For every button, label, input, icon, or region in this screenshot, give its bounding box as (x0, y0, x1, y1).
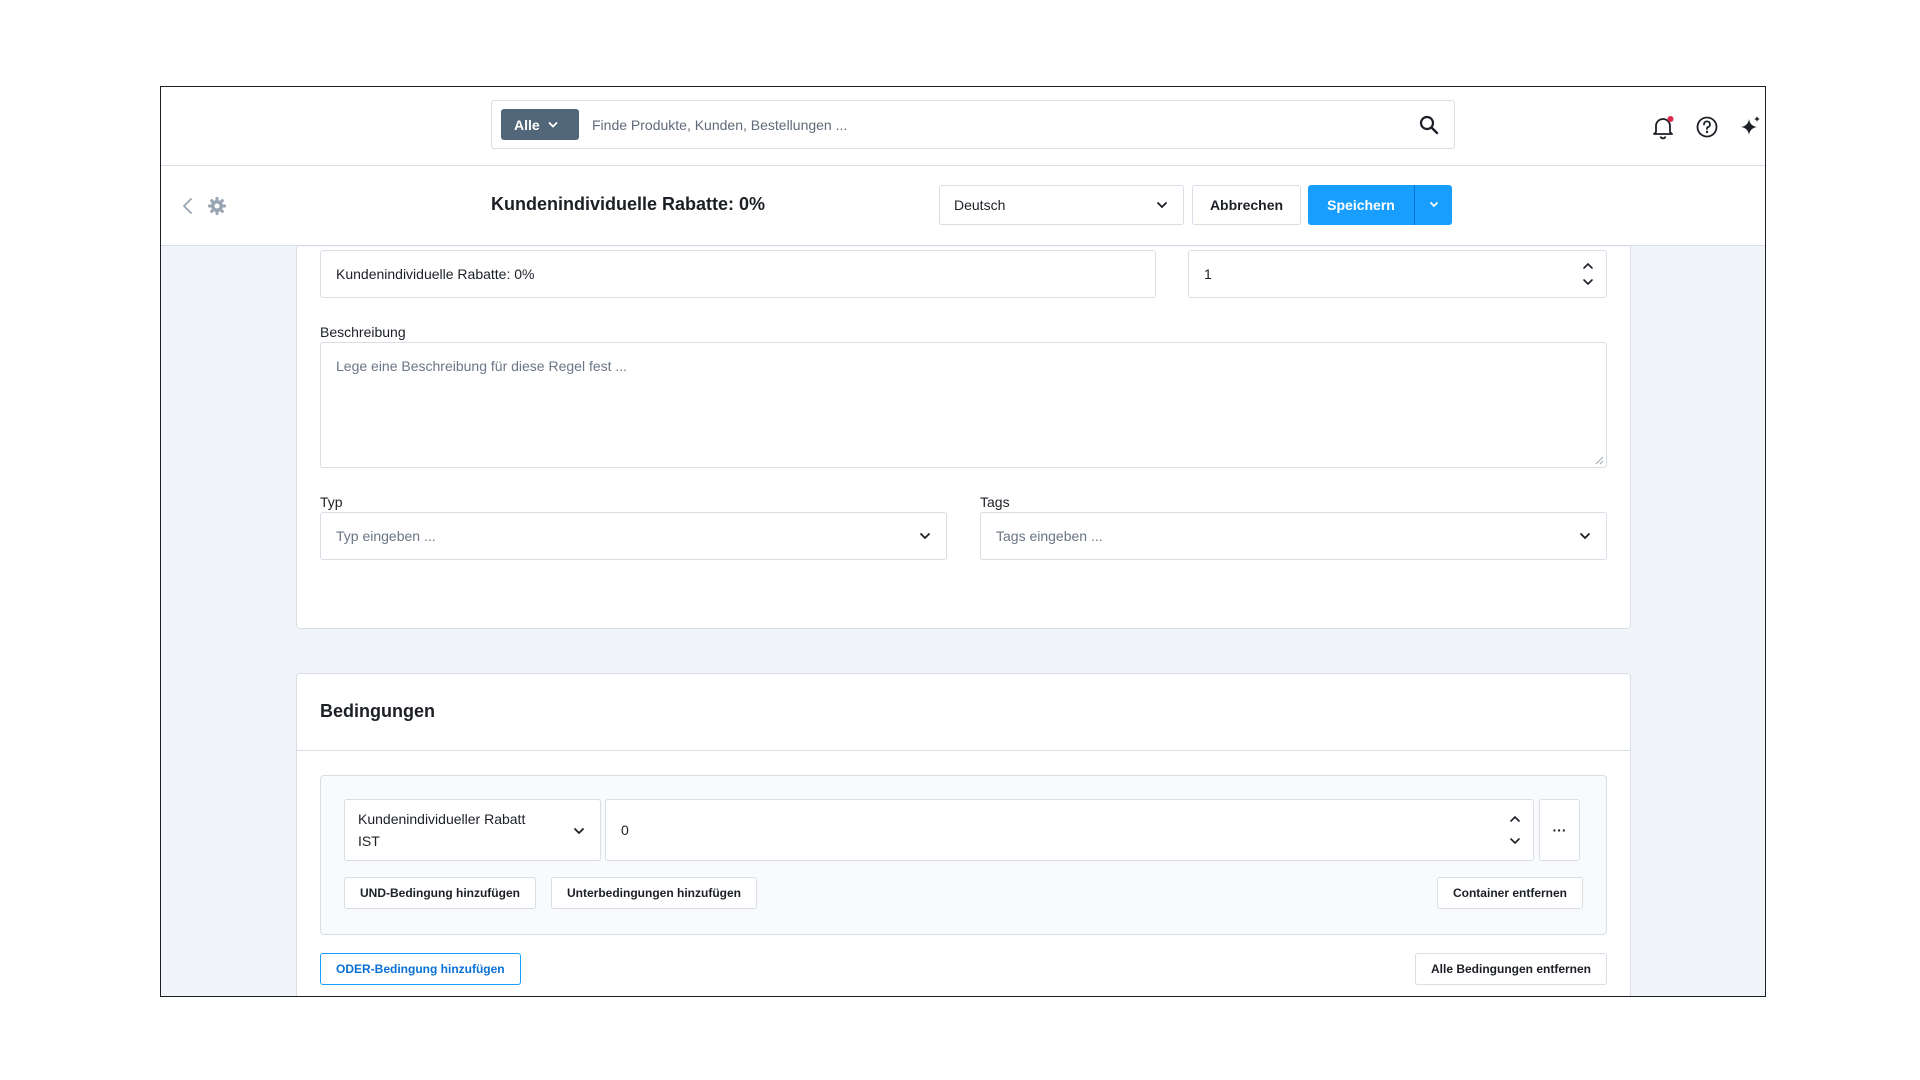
conditions-card: Bedingungen Kundenindividueller Rabatt I… (296, 673, 1631, 996)
search-scope-dropdown[interactable]: Alle (501, 109, 579, 140)
more-icon: ··· (1552, 822, 1567, 838)
bell-icon[interactable] (1649, 113, 1677, 141)
language-select[interactable]: Deutsch (939, 185, 1184, 225)
chevron-up-icon[interactable] (1582, 262, 1594, 270)
top-bar: Alle (161, 87, 1765, 166)
chevron-down-icon (920, 533, 930, 540)
condition-container: Kundenindividueller Rabatt IST 0 ··· UND… (320, 775, 1607, 935)
chevron-down-icon (1157, 202, 1167, 209)
add-subcondition-button[interactable]: Unterbedingungen hinzufügen (551, 877, 757, 909)
type-select[interactable]: Typ eingeben ... (320, 512, 947, 560)
chevron-up-icon[interactable] (1509, 815, 1521, 823)
divider (297, 750, 1630, 751)
description-textarea[interactable]: Lege eine Beschreibung für diese Regel f… (320, 342, 1607, 468)
description-placeholder: Lege eine Beschreibung für diese Regel f… (336, 358, 628, 374)
sparkle-icon[interactable] (1736, 113, 1764, 141)
content-area: Kundenindividuelle Rabatte: 0% 1 Beschre… (161, 247, 1765, 996)
help-icon[interactable] (1693, 113, 1721, 141)
chevron-down-icon (1580, 533, 1590, 540)
chevron-down-icon (1429, 202, 1438, 208)
smart-bar: Kundenindividuelle Rabatte: 0% Deutsch A… (161, 166, 1765, 246)
cancel-button[interactable]: Abbrechen (1192, 185, 1301, 225)
type-label: Typ (320, 494, 343, 510)
tags-select-placeholder: Tags eingeben ... (996, 528, 1103, 544)
add-or-condition-button[interactable]: ODER-Bedingung hinzufügen (320, 953, 521, 985)
condition-more-button[interactable]: ··· (1539, 799, 1580, 861)
remove-container-button[interactable]: Container entfernen (1436, 877, 1583, 909)
tags-label: Tags (980, 494, 1010, 510)
save-button-group: Speichern (1308, 185, 1452, 225)
resize-handle-icon[interactable] (1594, 455, 1604, 465)
gear-icon[interactable] (206, 195, 228, 217)
chevron-down-icon[interactable] (1582, 278, 1594, 286)
condition-type-line1: Kundenindividueller Rabatt (358, 811, 526, 827)
notification-dot (1667, 116, 1674, 122)
search-scope-label: Alle (514, 116, 540, 133)
save-button[interactable]: Speichern (1308, 197, 1414, 213)
priority-input[interactable]: 1 (1188, 250, 1607, 298)
description-label: Beschreibung (320, 324, 406, 340)
remove-all-conditions-button[interactable]: Alle Bedingungen entfernen (1414, 953, 1607, 985)
condition-value-stepper (1509, 815, 1521, 845)
page-title: Kundenindividuelle Rabatte: 0% (491, 194, 766, 214)
app-window: Alle Finde Produkte, Kunden, Bestellunge… (160, 86, 1766, 997)
chevron-down-icon[interactable] (1509, 837, 1521, 845)
condition-type-line2: IST (358, 833, 380, 849)
add-and-condition-button[interactable]: UND-Bedingung hinzufügen (344, 877, 536, 909)
condition-value-input[interactable]: 0 (605, 799, 1534, 861)
condition-value: 0 (621, 822, 629, 838)
general-card: Kundenindividuelle Rabatte: 0% 1 Beschre… (296, 247, 1631, 629)
save-options-button[interactable] (1414, 185, 1452, 225)
language-select-value: Deutsch (954, 197, 1006, 213)
type-select-placeholder: Typ eingeben ... (336, 528, 436, 544)
name-input[interactable]: Kundenindividuelle Rabatte: 0% (320, 250, 1156, 298)
search-input[interactable] (592, 109, 1392, 140)
tags-select[interactable]: Tags eingeben ... (980, 512, 1607, 560)
priority-stepper (1582, 262, 1594, 286)
chevron-left-icon[interactable] (179, 196, 197, 216)
search-icon[interactable] (1418, 114, 1440, 136)
condition-type-select[interactable]: Kundenindividueller Rabatt IST (344, 799, 601, 861)
global-search: Alle (491, 100, 1455, 149)
conditions-title: Bedingungen (320, 701, 435, 721)
name-input-value: Kundenindividuelle Rabatte: 0% (336, 266, 535, 282)
chevron-down-icon (574, 828, 584, 835)
chevron-down-icon (548, 121, 558, 128)
priority-input-value: 1 (1204, 266, 1212, 282)
